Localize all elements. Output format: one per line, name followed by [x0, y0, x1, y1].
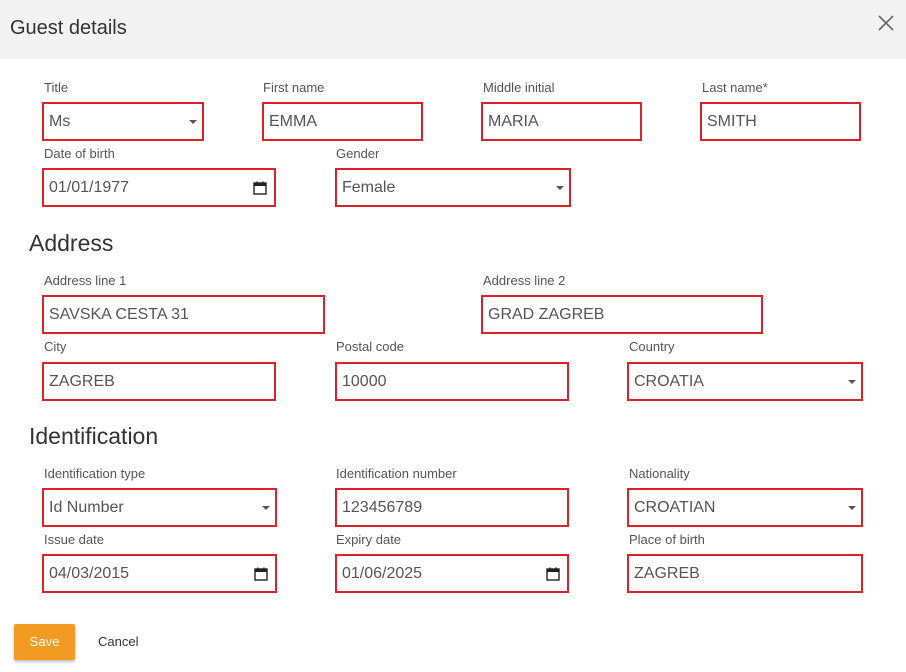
date-of-birth-label: Date of birth	[44, 146, 115, 161]
address-line2-label: Address line 2	[483, 273, 566, 288]
close-button[interactable]	[876, 13, 896, 33]
chevron-down-icon	[189, 120, 197, 124]
last-name-value: SMITH	[707, 113, 757, 130]
identification-number-input[interactable]: 123456789	[335, 488, 569, 527]
first-name-label: First name	[263, 80, 325, 95]
city-input[interactable]: ZAGREB	[42, 362, 276, 401]
address-line1-input[interactable]: SAVSKA CESTA 31	[42, 295, 325, 334]
chevron-down-icon	[262, 506, 270, 510]
dialog-title: Guest details	[10, 17, 127, 39]
middle-initial-input[interactable]: MARIA	[481, 102, 642, 141]
nationality-value: CROATIAN	[634, 499, 716, 516]
address-line2-input[interactable]: GRAD ZAGREB	[481, 295, 763, 334]
place-of-birth-value: ZAGREB	[634, 565, 700, 582]
address-line2-value: GRAD ZAGREB	[488, 306, 605, 323]
save-button[interactable]: Save	[14, 624, 75, 660]
address-line1-value: SAVSKA CESTA 31	[49, 306, 189, 323]
date-of-birth-input[interactable]: 01/01/1977	[42, 168, 276, 207]
postal-code-label: Postal code	[336, 339, 404, 354]
chevron-down-icon	[848, 380, 856, 384]
issue-date-value: 04/03/2015	[49, 565, 130, 582]
calendar-icon[interactable]	[546, 567, 560, 581]
close-icon	[878, 15, 894, 31]
issue-date-label: Issue date	[44, 532, 104, 547]
nationality-select[interactable]: CROATIAN	[627, 488, 863, 527]
postal-code-value: 10000	[342, 373, 387, 390]
country-label: Country	[629, 339, 675, 354]
calendar-icon[interactable]	[253, 181, 267, 195]
gender-label: Gender	[336, 146, 380, 161]
calendar-icon[interactable]	[254, 567, 268, 581]
title-value: Ms	[49, 113, 71, 130]
chevron-down-icon	[556, 186, 564, 190]
middle-initial-value: MARIA	[488, 113, 539, 130]
cancel-button[interactable]: Cancel	[98, 634, 138, 649]
identification-section-title: Identification	[29, 423, 159, 449]
country-select[interactable]: CROATIA	[627, 362, 863, 401]
guest-details-dialog: Guest details Title Ms First name EMMA M…	[0, 0, 906, 672]
last-name-input[interactable]: SMITH	[700, 102, 861, 141]
address-line1-label: Address line 1	[44, 273, 127, 288]
identification-number-label: Identification number	[336, 466, 457, 481]
postal-code-input[interactable]: 10000	[335, 362, 569, 401]
address-section-title: Address	[29, 230, 114, 256]
identification-number-value: 123456789	[342, 499, 423, 516]
chevron-down-icon	[848, 506, 856, 510]
expiry-date-value: 01/06/2025	[342, 565, 423, 582]
city-label: City	[44, 339, 67, 354]
nationality-label: Nationality	[629, 466, 690, 481]
place-of-birth-input[interactable]: ZAGREB	[627, 554, 863, 593]
first-name-value: EMMA	[269, 113, 317, 130]
date-of-birth-value: 01/01/1977	[49, 179, 130, 196]
country-value: CROATIA	[634, 373, 704, 390]
dialog-header: Guest details	[0, 0, 906, 59]
identification-type-select[interactable]: Id Number	[42, 488, 277, 527]
identification-type-label: Identification type	[44, 466, 146, 481]
expiry-date-input[interactable]: 01/06/2025	[335, 554, 569, 593]
expiry-date-label: Expiry date	[336, 532, 402, 547]
last-name-label: Last name*	[702, 80, 768, 95]
first-name-input[interactable]: EMMA	[262, 102, 423, 141]
gender-value: Female	[342, 179, 396, 196]
issue-date-input[interactable]: 04/03/2015	[42, 554, 277, 593]
middle-initial-label: Middle initial	[483, 80, 555, 95]
identification-type-value: Id Number	[49, 499, 124, 516]
title-label: Title	[44, 80, 69, 95]
gender-select[interactable]: Female	[335, 168, 571, 207]
title-select[interactable]: Ms	[42, 102, 204, 141]
city-value: ZAGREB	[49, 373, 115, 390]
place-of-birth-label: Place of birth	[629, 532, 705, 547]
